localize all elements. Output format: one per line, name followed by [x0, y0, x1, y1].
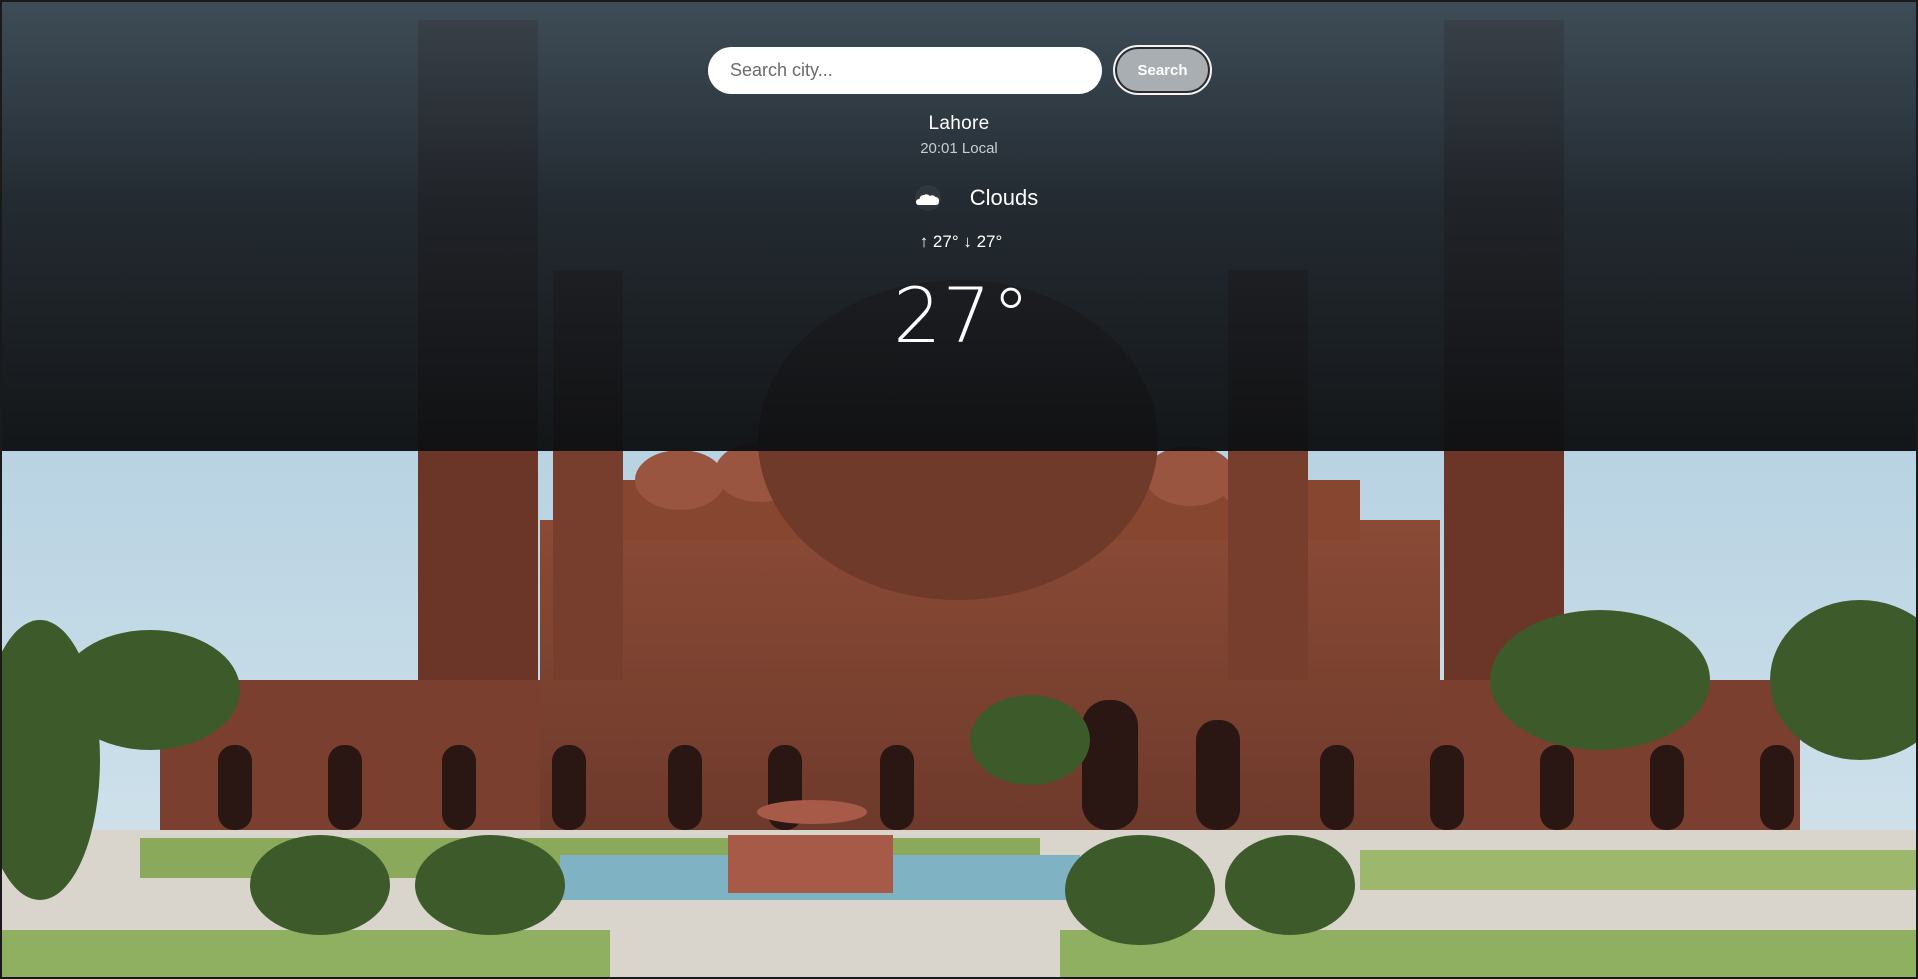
condition-row: Clouds [0, 184, 1918, 212]
condition-label: Clouds [969, 185, 1039, 210]
cloud-icon [914, 185, 941, 211]
city-search-input[interactable] [708, 46, 1102, 94]
search-bar: Search [708, 45, 1212, 95]
current-temperature: 27° [893, 271, 1031, 360]
local-time: 20:01 Local [920, 140, 998, 157]
weather-app: Search Lahore 20:01 Local Clouds ↑ 27° ↓… [0, 0, 1918, 979]
min-max-temperature: ↑ 27° ↓ 27° [919, 232, 1003, 251]
city-name: Lahore [928, 113, 990, 134]
search-button[interactable]: Search [1113, 45, 1212, 95]
